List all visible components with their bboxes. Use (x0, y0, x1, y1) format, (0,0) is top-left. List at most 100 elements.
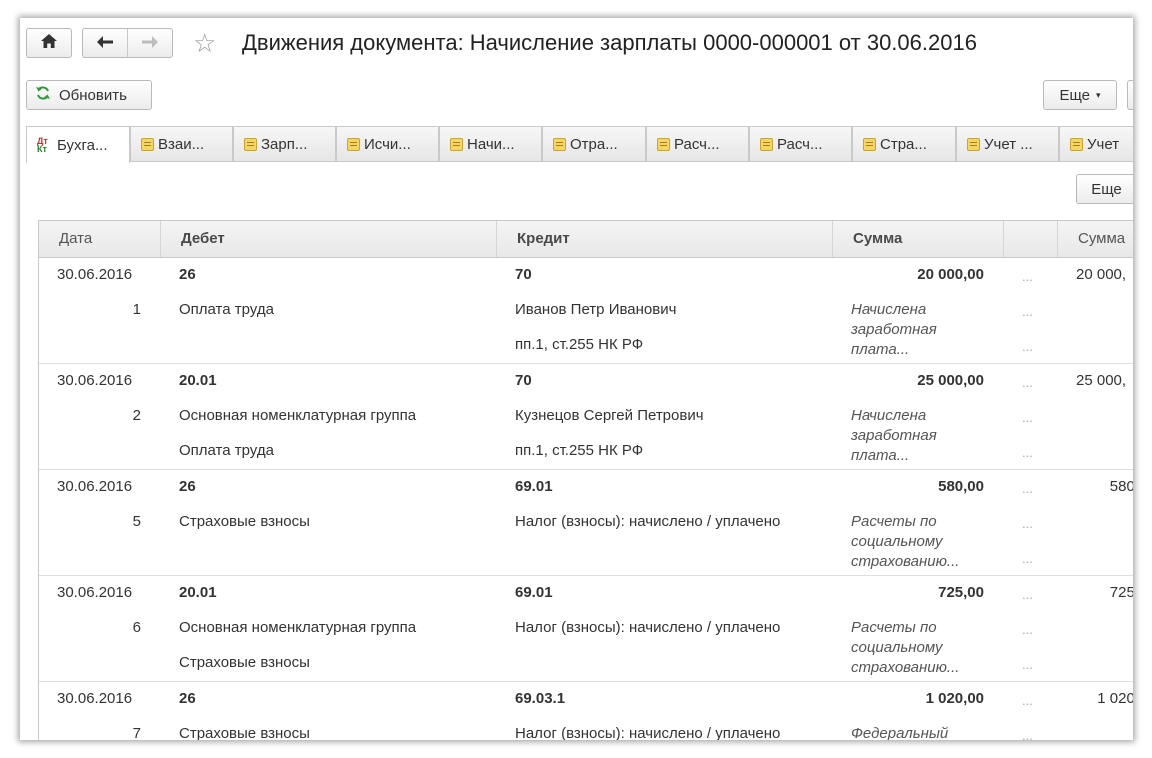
tab-register[interactable]: Исчи... (336, 126, 439, 161)
credit-subconto-1: Налог (взносы): начислено / уплачено (515, 513, 781, 530)
column-sum-2[interactable]: Сумма (1058, 221, 1133, 257)
forward-button[interactable] (128, 29, 172, 57)
row-date: 30.06.2016 (57, 584, 133, 601)
refresh-label: Обновить (59, 86, 127, 104)
debit-subconto-1: Страховые взносы (179, 725, 310, 740)
row-sum-2: 20 000, (1076, 266, 1127, 283)
row-description: Начислена заработная плата... (851, 407, 937, 464)
ellipsis: ... (1022, 657, 1033, 672)
ellipsis: ... (1022, 728, 1033, 740)
document-movements-window: ☆ Движения документа: Начисление зарплат… (20, 18, 1133, 740)
tab-accounting[interactable]: Дт Кт Бухга... (26, 126, 130, 163)
register-icon (141, 137, 154, 151)
tab-register[interactable]: Учет (1059, 126, 1133, 161)
table-body: 30.06.2016 1 26 Оплата труда 70 Иванов П… (39, 258, 1133, 740)
tab-label: Исчи... (364, 135, 411, 153)
home-button[interactable] (26, 28, 72, 58)
navigation-buttons (82, 28, 173, 58)
debit-account: 26 (179, 266, 196, 283)
debit-subconto-1: Оплата труда (179, 301, 274, 318)
register-icon (347, 137, 360, 151)
row-description: Федеральный (851, 725, 949, 740)
row-date: 30.06.2016 (57, 478, 133, 495)
title-bar: ☆ Движения документа: Начисление зарплат… (20, 18, 1133, 70)
ellipsis: ... (1022, 693, 1033, 708)
row-description: Начислена заработная плата... (851, 301, 937, 358)
debit-subconto-1: Страховые взносы (179, 513, 310, 530)
column-debit[interactable]: Дебет (161, 221, 497, 257)
row-date: 30.06.2016 (57, 690, 133, 707)
more-label: Еще (1059, 86, 1090, 104)
tab-label: Бухга... (57, 136, 108, 154)
debit-account: 20.01 (179, 584, 217, 601)
ellipsis: ... (1022, 551, 1033, 566)
ellipsis: ... (1022, 587, 1033, 602)
debit-account: 26 (179, 690, 196, 707)
ellipsis: ... (1022, 339, 1033, 354)
credit-account: 69.03.1 (515, 690, 566, 707)
row-sum: 1 020,00 (925, 690, 984, 707)
tab-register[interactable]: Зарп... (233, 126, 336, 161)
tab-register[interactable]: Начи... (439, 126, 542, 161)
arrow-left-icon (97, 35, 113, 52)
row-sum: 25 000,00 (917, 372, 984, 389)
row-number: 6 (132, 619, 141, 636)
tab-label: Расч... (674, 135, 720, 153)
debit-subconto-2: Страховые взносы (179, 654, 310, 671)
row-description: Расчеты по социальному страхованию... (851, 619, 960, 676)
tab-more-label: Еще (1091, 180, 1122, 198)
register-icon (450, 137, 463, 151)
page-title: Движения документа: Начисление зарплаты … (242, 30, 977, 55)
tab-register[interactable]: Учет ... (956, 126, 1059, 161)
refresh-button[interactable]: Обновить (26, 80, 152, 110)
register-icon (760, 137, 773, 151)
register-icon (553, 137, 566, 151)
table-row[interactable]: 30.06.2016 7 26 Страховые взносы 69.03.1… (39, 682, 1133, 740)
table-row[interactable]: 30.06.2016 2 20.01 Основная номенклатурн… (39, 364, 1133, 470)
table-row[interactable]: 30.06.2016 5 26 Страховые взносы 69.01 Н… (39, 470, 1133, 576)
credit-subconto-1: Кузнецов Сергей Петрович (515, 407, 704, 424)
row-number: 1 (132, 301, 141, 318)
ellipsis: ... (1022, 375, 1033, 390)
dt-kt-icon: Дт Кт (37, 136, 48, 154)
column-extra[interactable] (1004, 221, 1058, 257)
credit-account: 70 (515, 266, 532, 283)
help-button[interactable] (1127, 80, 1133, 110)
tab-label: Учет ... (984, 135, 1033, 153)
table-row[interactable]: 30.06.2016 1 26 Оплата труда 70 Иванов П… (39, 258, 1133, 364)
star-icon[interactable]: ☆ (193, 28, 216, 58)
credit-subconto-2: пп.1, ст.255 НК РФ (515, 442, 644, 459)
credit-account: 69.01 (515, 584, 553, 601)
ellipsis: ... (1022, 622, 1033, 637)
register-icon (1070, 137, 1083, 151)
tab-more-button[interactable]: Еще (1076, 174, 1133, 204)
table-row[interactable]: 30.06.2016 6 20.01 Основная номенклатурн… (39, 576, 1133, 682)
tab-label: Зарп... (261, 135, 308, 153)
column-sum[interactable]: Сумма (833, 221, 1004, 257)
debit-account: 20.01 (179, 372, 217, 389)
row-number: 2 (132, 407, 141, 424)
credit-account: 69.01 (515, 478, 553, 495)
tab-register[interactable]: Расч... (749, 126, 852, 161)
credit-subconto-2: пп.1, ст.255 НК РФ (515, 336, 644, 353)
column-date[interactable]: Дата (39, 221, 161, 257)
tab-register[interactable]: Расч... (646, 126, 749, 161)
credit-account: 70 (515, 372, 532, 389)
tab-label: Взаи... (158, 135, 205, 153)
tab-register[interactable]: Стра... (852, 126, 956, 161)
row-sum: 20 000,00 (917, 266, 984, 283)
row-date: 30.06.2016 (57, 266, 133, 283)
row-sum: 580,00 (938, 478, 984, 495)
tab-register[interactable]: Отра... (542, 126, 646, 161)
more-button[interactable]: Еще ▾ (1043, 80, 1117, 110)
arrow-right-icon (142, 35, 158, 52)
tab-register[interactable]: Взаи... (130, 126, 233, 161)
credit-subconto-1: Иванов Петр Иванович (515, 301, 677, 318)
back-button[interactable] (83, 29, 127, 57)
debit-account: 26 (179, 478, 196, 495)
ellipsis: ... (1022, 269, 1033, 284)
row-date: 30.06.2016 (57, 372, 133, 389)
table-header: Дата Дебет Кредит Сумма Сумма (39, 221, 1133, 258)
movements-table: Дата Дебет Кредит Сумма Сумма 30.06.2016… (38, 220, 1133, 740)
column-credit[interactable]: Кредит (497, 221, 833, 257)
